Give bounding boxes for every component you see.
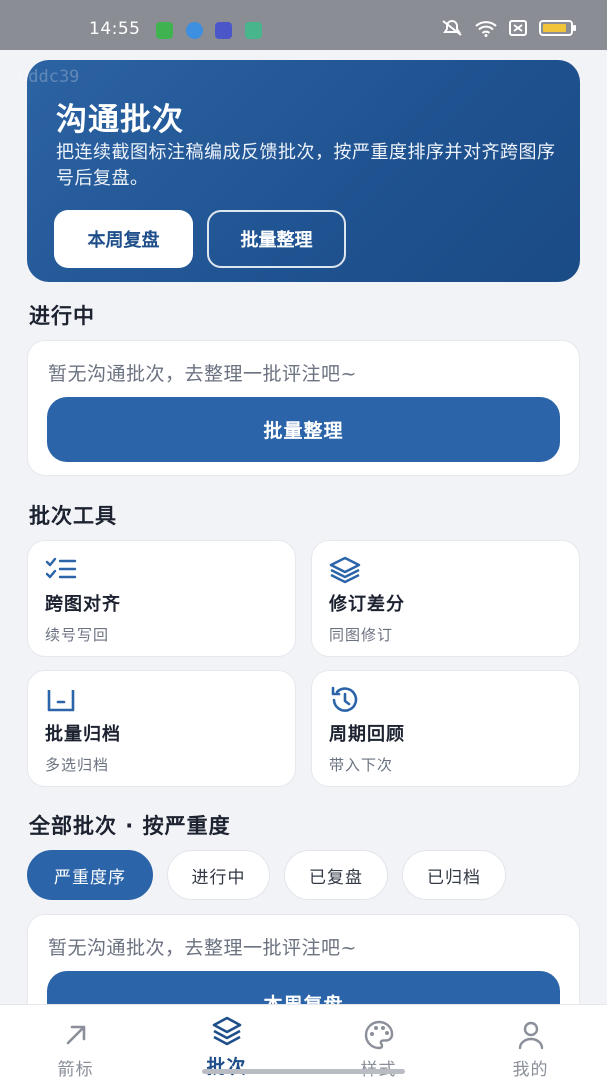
tab-mine[interactable]: 我的	[455, 1005, 606, 1080]
battery-icon	[539, 20, 576, 36]
all-batches-review-button[interactable]: 本周复盘	[47, 971, 560, 1004]
checklist-icon	[45, 557, 77, 579]
filter-reviewed[interactable]: 已复盘	[284, 850, 388, 900]
tool-title: 周期回顾	[329, 724, 405, 745]
tab-arrow[interactable]: 箭标	[0, 1005, 151, 1080]
tool-subtitle: 同图修订	[329, 626, 394, 644]
filter-archived[interactable]: 已归档	[402, 850, 506, 900]
sim-icon	[509, 20, 527, 36]
tool-title: 修订差分	[329, 594, 405, 615]
tool-cross-align[interactable]: 跨图对齐 续号写回	[27, 540, 296, 657]
palette-icon	[364, 1020, 393, 1050]
watermark-text: 0ddc39	[18, 67, 80, 87]
tool-revision-diff[interactable]: 修订差分 同图修订	[311, 540, 580, 657]
in-progress-title: 进行中	[29, 304, 95, 328]
tool-subtitle: 续号写回	[45, 626, 110, 644]
history-icon	[331, 686, 358, 712]
layers-icon	[212, 1016, 241, 1046]
hero-card: 沟通批次 把连续截图标注稿编成反馈批次，按严重度排序并对齐跨图序号后复盘。 本周…	[27, 60, 580, 282]
tab-label: 批次	[206, 1056, 247, 1078]
filter-severity[interactable]: 严重度序	[27, 850, 153, 900]
arrow-icon	[66, 1025, 85, 1045]
tool-subtitle: 多选归档	[45, 756, 110, 774]
in-progress-card: 暂无沟通批次，去整理一批评注吧~ 批量整理	[27, 340, 580, 476]
status-bar: 14:55	[0, 0, 607, 50]
archive-tray-icon	[47, 690, 75, 712]
tab-label: 我的	[512, 1060, 549, 1080]
cloud-notification-icon	[215, 22, 232, 39]
tool-title: 批量归档	[45, 724, 121, 745]
hero-description: 把连续截图标注稿编成反馈批次，按严重度排序并对齐跨图序号后复盘。	[56, 142, 556, 189]
status-time: 14:55	[89, 19, 141, 39]
tab-label: 箭标	[57, 1060, 94, 1080]
status-icons	[441, 19, 576, 37]
weekly-review-button[interactable]: 本周复盘	[54, 210, 193, 268]
filter-in-progress[interactable]: 进行中	[167, 850, 270, 900]
all-batches-title: 全部批次 · 按严重度	[29, 814, 231, 838]
batch-page: 沟通批次 把连续截图标注稿编成反馈批次，按严重度排序并对齐跨图序号后复盘。 本周…	[0, 50, 607, 1004]
tool-subtitle: 带入下次	[329, 756, 394, 774]
in-progress-empty-text: 暂无沟通批次，去整理一批评注吧~	[48, 363, 357, 385]
in-progress-organize-button[interactable]: 批量整理	[47, 397, 560, 462]
hero-title: 沟通批次	[56, 102, 184, 138]
wifi-icon	[475, 20, 497, 37]
all-batches-card: 暂无沟通批次，去整理一批评注吧~ 本周复盘	[27, 914, 580, 1004]
wechat-notification-icon	[156, 22, 173, 39]
tool-cycle-review[interactable]: 周期回顾 带入下次	[311, 670, 580, 787]
mute-icon	[442, 20, 462, 36]
home-indicator	[202, 1069, 405, 1074]
person-icon	[518, 1021, 543, 1050]
all-batches-empty-text: 暂无沟通批次，去整理一批评注吧~	[48, 937, 357, 959]
tab-label: 样式	[303, 1055, 454, 1080]
batch-organize-button[interactable]: 批量整理	[207, 210, 346, 268]
browser-notification-icon	[186, 22, 203, 39]
layers-icon	[329, 556, 361, 584]
batch-tools-title: 批次工具	[29, 504, 117, 528]
tool-batch-archive[interactable]: 批量归档 多选归档	[27, 670, 296, 787]
location-notification-icon	[245, 22, 262, 39]
tool-title: 跨图对齐	[45, 594, 121, 615]
